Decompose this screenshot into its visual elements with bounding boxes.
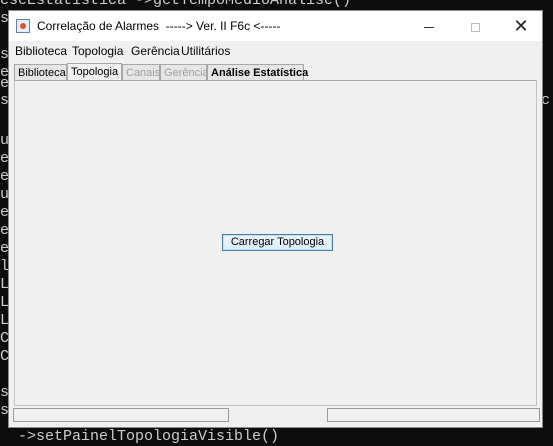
- close-button[interactable]: ✕: [498, 11, 544, 41]
- tab-canais: Canais: [122, 64, 160, 80]
- status-field-left: [13, 408, 229, 422]
- window-title: Correlação de Alarmes -----> Ver. II F6c…: [37, 19, 281, 33]
- app-window: Correlação de Alarmes -----> Ver. II F6c…: [8, 10, 543, 428]
- tab-biblioteca[interactable]: Biblioteca: [14, 64, 67, 80]
- maximize-icon: [470, 22, 480, 32]
- minimize-icon: [424, 26, 434, 28]
- topologia-panel: Carregar Topologia: [14, 80, 537, 406]
- tab-analise-estatistica[interactable]: Análise Estatística: [207, 64, 308, 80]
- java-app-icon: [16, 19, 30, 33]
- tab-gerencia: Gerência: [160, 64, 209, 80]
- menu-bar: Biblioteca Topologia Gerência Utilitário…: [9, 41, 542, 61]
- maximize-button[interactable]: [452, 11, 498, 41]
- carregar-topologia-button[interactable]: Carregar Topologia: [222, 234, 333, 251]
- console-line: eseEstatistica ->getTempoMedioAnalise(): [0, 0, 352, 9]
- menu-gerencia[interactable]: Gerência: [131, 44, 180, 58]
- status-field-right: [327, 408, 540, 422]
- menu-topologia[interactable]: Topologia: [72, 44, 123, 58]
- title-bar[interactable]: Correlação de Alarmes -----> Ver. II F6c…: [9, 11, 542, 41]
- minimize-button[interactable]: [406, 11, 452, 41]
- menu-utilitarios[interactable]: Utilitários: [181, 44, 230, 58]
- console-line: ->setPainelTopologiaVisible(): [0, 428, 280, 445]
- close-icon: ✕: [513, 16, 529, 36]
- tab-topologia[interactable]: Topologia: [67, 63, 122, 81]
- menu-biblioteca[interactable]: Biblioteca: [15, 44, 67, 58]
